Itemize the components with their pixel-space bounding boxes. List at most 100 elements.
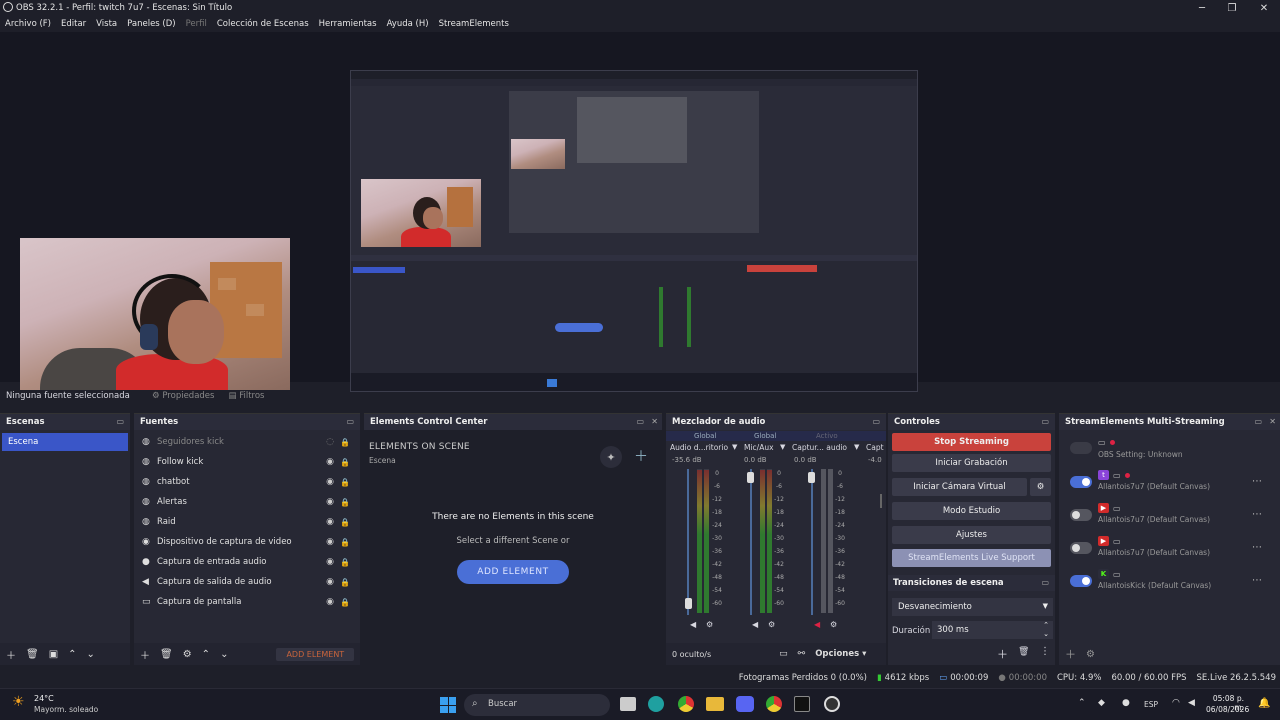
more-icon[interactable]: ⋮	[1040, 646, 1050, 657]
gear-icon[interactable]: ⚙	[1086, 649, 1095, 660]
settings-button[interactable]: Ajustes	[892, 526, 1051, 544]
menu-coleccion[interactable]: Colección de Escenas	[212, 19, 314, 29]
eye-icon[interactable]: ◉	[326, 497, 334, 507]
minimize-icon[interactable]: ─	[1186, 0, 1218, 16]
toggle-switch[interactable]	[1070, 575, 1092, 587]
source-item[interactable]: ◍ Seguidores kick ◌ 🔒	[134, 432, 360, 452]
speaker-icon[interactable]: ◀	[752, 620, 758, 629]
dock-float-icon[interactable]: ▭	[346, 417, 354, 426]
maximize-icon[interactable]: ❐	[1216, 0, 1248, 16]
eye-icon[interactable]: ◉	[326, 457, 334, 467]
lock-icon[interactable]: 🔒	[340, 578, 350, 587]
properties-button[interactable]: ⚙ Propiedades	[152, 391, 214, 401]
link-icon[interactable]: ⚯	[798, 649, 806, 659]
volume-icon[interactable]: ◀	[1188, 698, 1195, 708]
mic-icon[interactable]: ●	[1122, 698, 1130, 708]
dock-float-icon[interactable]: ▭	[116, 417, 124, 426]
shield-icon[interactable]: ◆	[1098, 698, 1105, 708]
clock-date[interactable]: 06/08/2026	[1206, 705, 1249, 714]
dock-float-icon[interactable]: ▭	[872, 417, 880, 426]
discord-icon[interactable]	[736, 696, 754, 712]
source-item[interactable]: ▭ Captura de pantalla ◉ 🔒	[134, 592, 360, 612]
gear-icon[interactable]: ⚙	[706, 620, 713, 629]
add-icon[interactable]: ＋	[997, 646, 1008, 662]
add-icon[interactable]: ＋	[6, 647, 16, 662]
transition-select[interactable]: Desvanecimiento ▼	[892, 598, 1053, 616]
dock-float-icon[interactable]: ▭	[636, 417, 644, 426]
gear-icon[interactable]: ⚙	[830, 620, 837, 629]
muted-speaker-icon[interactable]: ◀	[814, 620, 820, 629]
volume-fader[interactable]	[811, 469, 813, 615]
chevron-down-icon[interactable]: ▼	[854, 443, 859, 451]
fader-knob[interactable]	[685, 598, 692, 609]
chevron-down-icon[interactable]: ▼	[732, 443, 737, 451]
menu-streamelements[interactable]: StreamElements	[434, 19, 514, 29]
terminal-icon[interactable]	[794, 696, 810, 712]
source-item[interactable]: ◍ Raid ◉ 🔒	[134, 512, 360, 532]
chevron-down-icon[interactable]: ▼	[780, 443, 785, 451]
wifi-icon[interactable]: ◠	[1172, 698, 1180, 708]
toggle-switch[interactable]	[1070, 476, 1092, 488]
se-support-button[interactable]: StreamElements Live Support	[892, 549, 1051, 567]
menu-herramientas[interactable]: Herramientas	[314, 19, 382, 29]
down-icon[interactable]: ⌄	[87, 649, 95, 660]
stream-row[interactable]: ▶ ▭ Allantois7u7 (Default Canvas) ⋯	[1064, 534, 1276, 564]
source-item[interactable]: ◉ Dispositivo de captura de video ◉ 🔒	[134, 532, 360, 552]
fader-knob[interactable]	[808, 472, 815, 483]
duration-input[interactable]: 300 ms ⌃ ⌄	[932, 621, 1053, 639]
menu-archivo[interactable]: Archivo (F)	[0, 19, 56, 29]
add-element-small-button[interactable]: ADD ELEMENT	[276, 647, 355, 661]
menu-editar[interactable]: Editar	[56, 19, 91, 29]
stream-row[interactable]: ▶ ▭ Allantois7u7 (Default Canvas) ⋯	[1064, 501, 1276, 531]
layout-icon[interactable]: ▭	[779, 649, 788, 659]
folder-icon[interactable]	[706, 697, 724, 711]
lock-icon[interactable]: 🔒	[340, 538, 350, 547]
chrome-icon[interactable]	[766, 696, 782, 712]
down-icon[interactable]: ⌄	[220, 649, 228, 660]
preview-canvas[interactable]	[0, 32, 1280, 392]
up-icon[interactable]: ⌃	[68, 649, 76, 660]
menu-paneles[interactable]: Paneles (D)	[122, 19, 180, 29]
lock-icon[interactable]: 🔒	[340, 458, 350, 467]
tab-global[interactable]: Global	[754, 432, 776, 440]
menu-ayuda[interactable]: Ayuda (H)	[382, 19, 434, 29]
stream-row[interactable]: t ▭ Allantois7u7 (Default Canvas) ⋯	[1064, 468, 1276, 498]
filter-icon[interactable]: ▣	[49, 649, 58, 660]
lock-icon[interactable]: 🔒	[340, 498, 350, 507]
lock-icon[interactable]: 🔒	[340, 478, 350, 487]
toggle-switch[interactable]	[1070, 509, 1092, 521]
weather-desc[interactable]: Mayorm. soleado	[34, 705, 98, 714]
scene-item[interactable]: Escena	[2, 433, 128, 451]
stream-row[interactable]: K ▭ AllantoisKick (Default Canvas) ⋯	[1064, 567, 1276, 597]
dock-float-icon[interactable]: ▭	[1041, 578, 1049, 587]
dock-float-icon[interactable]: ▭	[1041, 417, 1049, 426]
more-icon[interactable]: ⋯	[1252, 476, 1262, 487]
chrome-icon[interactable]	[678, 696, 694, 712]
edge-icon[interactable]	[648, 696, 664, 712]
more-icon[interactable]: ⋯	[1252, 575, 1262, 586]
gear-icon[interactable]: ⚙	[183, 649, 192, 660]
hidden-eye-icon[interactable]: ◌	[326, 437, 334, 447]
chevron-up-icon[interactable]: ⌃	[1078, 698, 1086, 708]
mixer-scrollbar[interactable]	[880, 494, 882, 508]
more-icon[interactable]: ⋯	[1252, 542, 1262, 553]
add-element-button[interactable]: ADD ELEMENT	[457, 560, 569, 584]
windows-start-icon[interactable]	[440, 697, 456, 713]
virtual-camera-button[interactable]: Iniciar Cámara Virtual	[892, 478, 1027, 496]
magic-icon[interactable]: ✦	[600, 446, 622, 468]
obs-icon[interactable]	[824, 696, 840, 712]
trash-icon[interactable]: 🗑	[1018, 647, 1029, 657]
close-icon[interactable]: ✕	[1248, 0, 1280, 16]
source-item[interactable]: ● Captura de entrada audio ◉ 🔒	[134, 552, 360, 572]
stop-streaming-button[interactable]: Stop Streaming	[892, 433, 1051, 451]
record-button[interactable]: Iniciar Grabación	[892, 454, 1051, 472]
source-item[interactable]: ◀ Captura de salida de audio ◉ 🔒	[134, 572, 360, 592]
source-item[interactable]: ◍ Follow kick ◉ 🔒	[134, 452, 360, 472]
eye-icon[interactable]: ◉	[326, 517, 334, 527]
add-icon[interactable]: ＋	[634, 446, 648, 466]
filters-button[interactable]: ▤ Filtros	[228, 391, 264, 401]
eye-icon[interactable]: ◉	[326, 597, 334, 607]
menu-vista[interactable]: Vista	[91, 19, 122, 29]
trash-icon[interactable]: 🗑	[26, 649, 39, 660]
speaker-icon[interactable]: ◀	[690, 620, 696, 629]
